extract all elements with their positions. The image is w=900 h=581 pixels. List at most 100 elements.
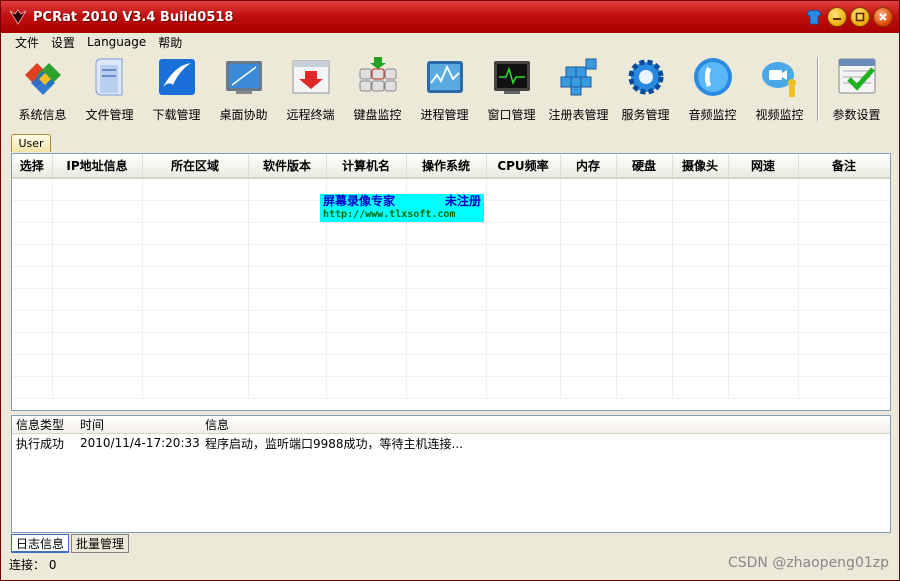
host-cell — [12, 376, 53, 399]
registry-manager-button[interactable]: 注册表管理 — [545, 51, 612, 127]
window-controls — [804, 7, 893, 27]
column-header[interactable]: CPU频率 — [486, 154, 561, 179]
column-header[interactable]: 硬盘 — [616, 154, 673, 179]
host-cell — [486, 310, 561, 333]
file-manager-button[interactable]: 文件管理 — [76, 51, 143, 127]
host-cell — [12, 222, 53, 245]
host-cell — [52, 332, 143, 355]
host-cell — [142, 376, 249, 399]
skin-icon[interactable] — [804, 7, 824, 27]
host-cell — [890, 222, 891, 244]
column-header[interactable]: 网速 — [728, 154, 799, 179]
host-list[interactable]: 选择 IP地址信息 所在区域 软件版本 计算机名 操作系统 CPU频率 内存 硬… — [11, 153, 891, 411]
host-cell — [486, 354, 561, 377]
host-cell — [616, 200, 673, 223]
menu-language[interactable]: Language — [81, 35, 152, 49]
tool-label: 视频监控 — [755, 108, 804, 122]
host-cell — [728, 222, 799, 245]
audio-monitor-button[interactable]: 音频监控 — [679, 51, 746, 127]
column-header[interactable]: 内存 — [560, 154, 617, 179]
host-row-empty — [12, 376, 890, 399]
host-cell — [672, 288, 729, 311]
host-cell — [616, 244, 673, 267]
log-column-time[interactable]: 时间 — [76, 416, 201, 433]
host-cell — [728, 310, 799, 333]
host-cell — [326, 244, 407, 267]
host-cell — [560, 222, 617, 245]
host-cell — [12, 310, 53, 333]
audio-monitor-icon — [691, 55, 735, 99]
host-cell — [890, 354, 891, 376]
host-cell — [486, 200, 561, 223]
host-cell — [326, 222, 407, 245]
host-cell — [728, 332, 799, 355]
host-cell — [52, 376, 143, 399]
host-cell — [486, 244, 561, 267]
host-cell — [248, 200, 327, 223]
host-cell — [728, 200, 799, 223]
window-title: PCRat 2010 V3.4 Build0518 — [33, 9, 234, 25]
settings-button[interactable]: 参数设置 — [823, 51, 890, 127]
host-cell — [12, 354, 53, 377]
column-header[interactable]: 软件版本 — [248, 154, 327, 179]
system-info-icon — [21, 55, 65, 99]
minimize-button[interactable] — [827, 7, 847, 27]
host-cell — [560, 354, 617, 377]
host-row-empty — [12, 244, 891, 267]
log-panel[interactable]: 信息类型 时间 信息 执行成功 2010/11/4-17:20:33 程序启动，… — [11, 415, 891, 533]
remote-terminal-button[interactable]: 远程终端 — [277, 51, 344, 127]
tab-log[interactable]: 日志信息 — [11, 534, 70, 553]
tool-label: 文件管理 — [85, 108, 134, 122]
host-cell — [560, 178, 617, 201]
close-button[interactable] — [873, 7, 893, 27]
watermark-product: 屏幕录像专家 — [323, 194, 396, 208]
window-manager-button[interactable]: 窗口管理 — [478, 51, 545, 127]
menu-file[interactable]: 文件 — [9, 34, 45, 51]
column-header[interactable]: 摄像头 — [672, 154, 729, 179]
host-cell — [248, 288, 327, 311]
column-header[interactable]: 选择 — [12, 154, 53, 179]
video-monitor-button[interactable]: 视频监控 — [746, 51, 813, 127]
host-cell — [798, 310, 890, 333]
log-column-type[interactable]: 信息类型 — [12, 416, 76, 433]
menu-help[interactable]: 帮助 — [152, 34, 188, 51]
host-cell — [890, 244, 891, 266]
host-cell — [616, 354, 673, 377]
log-row[interactable]: 执行成功 2010/11/4-17:20:33 程序启动，监听端口9988成功，… — [12, 434, 890, 452]
menu-settings[interactable]: 设置 — [45, 34, 81, 51]
host-cell — [672, 244, 729, 267]
column-header[interactable]: ε — [890, 154, 891, 178]
system-info-button[interactable]: 系统信息 — [9, 51, 76, 127]
service-manager-button[interactable]: 服务管理 — [612, 51, 679, 127]
column-header[interactable]: 所在区域 — [142, 154, 249, 179]
title-bar[interactable]: PCRat 2010 V3.4 Build0518 — [1, 1, 899, 33]
group-tab-user[interactable]: User — [11, 134, 51, 152]
process-manager-button[interactable]: 进程管理 — [411, 51, 478, 127]
column-header[interactable]: 计算机名 — [326, 154, 407, 179]
tab-batch[interactable]: 批量管理 — [71, 534, 130, 553]
host-cell — [616, 288, 673, 311]
credit-watermark: CSDN @zhaopeng01zp — [727, 555, 889, 571]
host-cell — [406, 354, 487, 377]
host-cell — [406, 266, 487, 289]
host-cell — [798, 266, 890, 289]
keyboard-monitor-button[interactable]: 键盘监控 — [344, 51, 411, 127]
column-header[interactable]: 备注 — [798, 154, 890, 179]
host-cell — [728, 288, 799, 311]
host-cell — [798, 222, 890, 245]
host-cell — [142, 178, 249, 201]
toolbar: 系统信息 文件管理 下载管理 桌面协助 远程终端 键盘监控 进程管理 窗口管理 … — [9, 51, 891, 127]
column-header[interactable]: 操作系统 — [406, 154, 487, 179]
host-cell — [248, 332, 327, 355]
host-cell — [616, 266, 673, 289]
host-cell — [248, 376, 327, 399]
download-manager-button[interactable]: 下载管理 — [143, 51, 210, 127]
remote-desktop-button[interactable]: 桌面协助 — [210, 51, 277, 127]
registry-manager-icon — [557, 55, 601, 99]
tool-label: 参数设置 — [832, 108, 881, 122]
column-header[interactable]: IP地址信息 — [52, 154, 143, 179]
log-column-message[interactable]: 信息 — [201, 416, 890, 433]
keyboard-monitor-icon — [356, 55, 400, 99]
tool-label: 注册表管理 — [548, 108, 609, 122]
maximize-button[interactable] — [850, 7, 870, 27]
